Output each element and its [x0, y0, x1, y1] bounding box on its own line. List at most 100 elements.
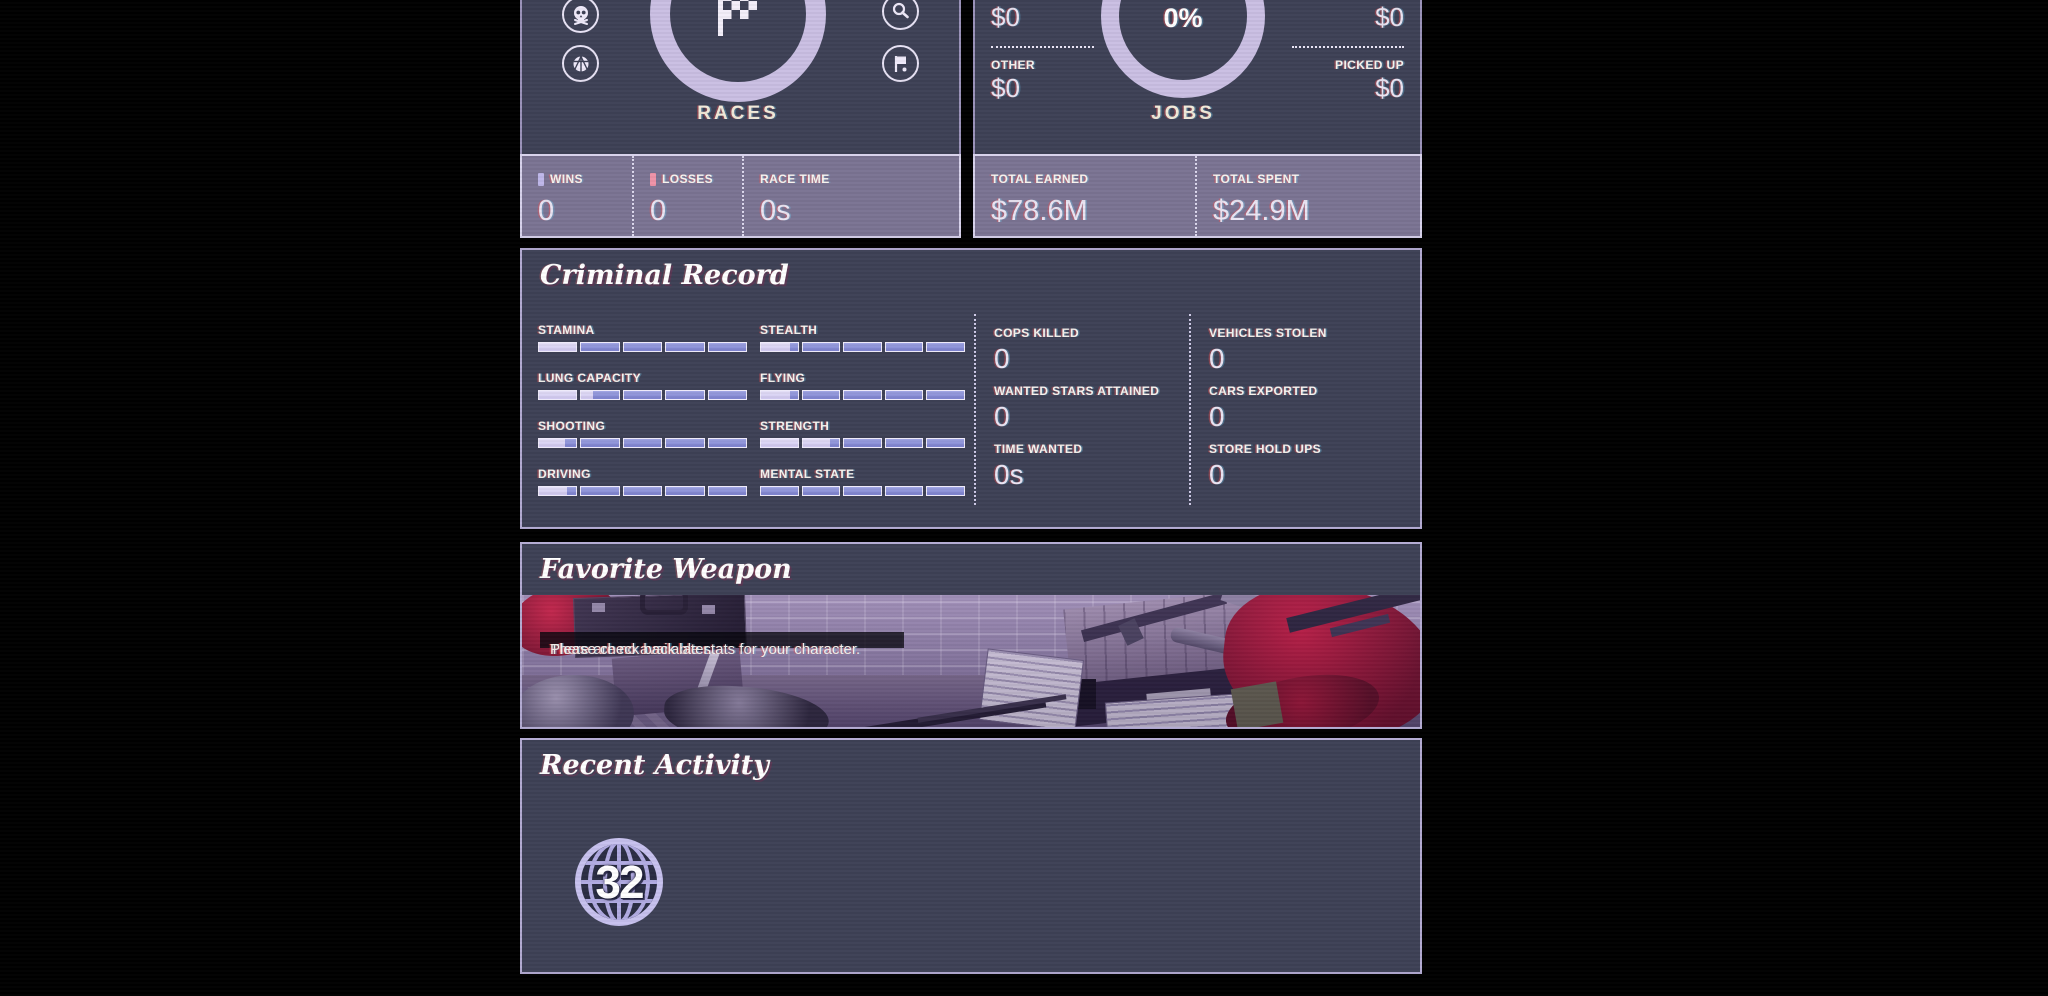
wins-label: WINS — [550, 172, 583, 186]
other-label: OTHER — [991, 58, 1121, 72]
bar-segment — [708, 486, 747, 496]
jobs-chart-area: EARNED $0 OTHER $0 0% JOBS BANKED $0 PIC… — [973, 0, 1422, 154]
jobs-panel: EARNED $0 OTHER $0 0% JOBS BANKED $0 PIC… — [973, 0, 1422, 238]
parachute-icon[interactable] — [562, 45, 599, 82]
skill-label: STEALTH — [760, 323, 965, 337]
races-summary-row: WINS 0 LOSSES 0 RACE TIME 0s — [520, 154, 961, 238]
bar-segment — [802, 486, 841, 496]
skill-bar — [760, 390, 965, 400]
bar-segment — [926, 390, 965, 400]
divider — [1292, 46, 1404, 48]
picked-up-value: $0 — [1274, 73, 1404, 103]
counter-cars-exported: CARS EXPORTED 0 — [1209, 384, 1409, 433]
counter-cops-killed: COPS KILLED 0 — [994, 326, 1184, 375]
bar-segment — [538, 390, 577, 400]
other-value: $0 — [991, 73, 1121, 103]
bar-segment — [843, 486, 882, 496]
bar-fill — [539, 391, 576, 399]
race-time-label: RACE TIME — [760, 172, 830, 186]
divider — [991, 46, 1094, 48]
bar-segment — [885, 390, 924, 400]
bar-segment — [885, 342, 924, 352]
skill-label: FLYING — [760, 371, 965, 385]
bar-segment — [623, 438, 662, 448]
rank-badge-value: 32 — [574, 837, 664, 927]
skill-label: MENTAL STATE — [760, 467, 965, 481]
bar-fill — [539, 343, 576, 351]
bar-segment — [623, 390, 662, 400]
skill-shooting: SHOOTING — [538, 419, 747, 448]
bar-segment — [708, 438, 747, 448]
picked-up-label: PICKED UP — [1274, 58, 1404, 72]
skill-bar — [538, 438, 747, 448]
bar-segment — [665, 390, 704, 400]
bar-segment — [580, 342, 619, 352]
divider — [974, 314, 976, 505]
bar-segment — [665, 438, 704, 448]
skill-bar — [760, 342, 965, 352]
bar-segment — [760, 486, 799, 496]
bar-segment — [926, 342, 965, 352]
jobs-breakdown-right: BANKED $0 PICKED UP $0 — [1274, 0, 1404, 103]
bar-fill — [581, 391, 592, 399]
losses-value: 0 — [650, 195, 742, 227]
bar-segment — [665, 486, 704, 496]
favorite-weapon-title: Favorite Weapon — [540, 554, 792, 585]
counter-label: COPS KILLED — [994, 326, 1184, 340]
counter-value: 0 — [1209, 459, 1409, 491]
total-earned-label: TOTAL EARNED — [991, 172, 1088, 186]
counter-label: TIME WANTED — [994, 442, 1184, 456]
bar-segment — [760, 438, 799, 448]
criminal-record-title: Criminal Record — [540, 260, 789, 291]
bar-fill — [761, 391, 790, 399]
counter-value: 0s — [994, 459, 1184, 491]
skill-driving: DRIVING — [538, 467, 747, 496]
bar-segment — [708, 342, 747, 352]
wins-value: 0 — [538, 195, 632, 227]
rank-badge: 32 — [574, 837, 664, 927]
counter-time-wanted: TIME WANTED 0s — [994, 442, 1184, 491]
search-icon[interactable] — [882, 0, 919, 30]
bar-segment — [760, 342, 799, 352]
races-panel: RACES WINS 0 — [520, 0, 961, 238]
jobs-caption: JOBS — [1101, 103, 1265, 125]
bar-segment — [580, 438, 619, 448]
skill-label: SHOOTING — [538, 419, 747, 433]
races-racetime-stat: RACE TIME 0s — [742, 156, 959, 236]
bar-segment — [623, 342, 662, 352]
bar-segment — [580, 390, 619, 400]
skill-strength: STRENGTH — [760, 419, 965, 448]
criminal-record-panel: Criminal Record STAMINA LUNG CAPACITY SH… — [520, 248, 1422, 529]
banked-label: BANKED — [1274, 0, 1404, 1]
bar-fill — [539, 487, 567, 495]
races-losses-stat: LOSSES 0 — [632, 156, 742, 236]
social-club-stats-page: RACES WINS 0 — [0, 0, 2048, 996]
recent-activity-title: Recent Activity — [540, 750, 769, 781]
losses-label: LOSSES — [662, 172, 713, 186]
skill-flying: FLYING — [760, 371, 965, 400]
total-earned-stat: TOTAL EARNED $78.6M — [975, 156, 1195, 236]
bar-fill — [761, 343, 790, 351]
divider — [1189, 314, 1191, 505]
checkpoint-flag-icon[interactable] — [882, 45, 919, 82]
counters-column-1: COPS KILLED 0 WANTED STARS ATTAINED 0 TI… — [994, 326, 1184, 500]
skill-bar — [538, 486, 747, 496]
counter-store-hold-ups: STORE HOLD UPS 0 — [1209, 442, 1409, 491]
total-earned-value: $78.6M — [991, 195, 1195, 227]
no-stats-message-line-2: Please check back later. — [550, 639, 712, 660]
favorite-weapon-panel: Favorite Weapon — [520, 542, 1422, 729]
counter-value: 0 — [1209, 401, 1409, 433]
skill-label: LUNG CAPACITY — [538, 371, 747, 385]
skill-label: STRENGTH — [760, 419, 965, 433]
races-chart-area: RACES — [520, 0, 961, 154]
skill-label: STAMINA — [538, 323, 747, 337]
bar-segment — [760, 390, 799, 400]
skull-icon[interactable] — [562, 0, 599, 33]
bar-segment — [538, 486, 577, 496]
skill-lung-capacity: LUNG CAPACITY — [538, 371, 747, 400]
bar-segment — [843, 390, 882, 400]
total-spent-stat: TOTAL SPENT $24.9M — [1195, 156, 1420, 236]
skills-column-1: STAMINA LUNG CAPACITY SHOOTING DRIVING — [538, 323, 747, 515]
bar-segment — [926, 486, 965, 496]
skill-bar — [760, 438, 965, 448]
